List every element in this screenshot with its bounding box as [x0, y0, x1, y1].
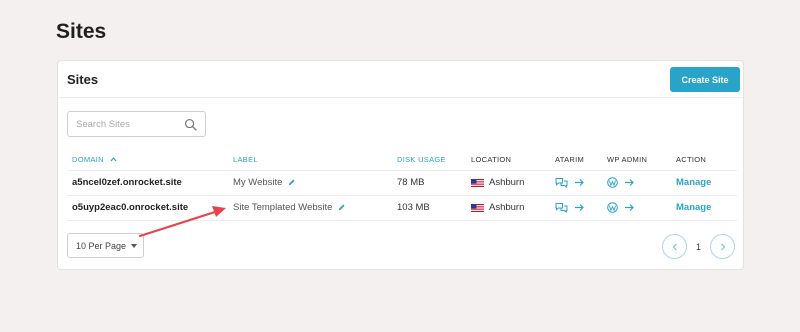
search-icon[interactable] [184, 118, 197, 131]
domain-cell[interactable]: o5uyp2eac0.onrocket.site [72, 202, 188, 213]
label-cell: Site Templated Website [233, 202, 346, 213]
chat-bubbles-icon[interactable] [555, 177, 568, 188]
wp-admin-cell [607, 202, 635, 213]
wordpress-icon[interactable] [607, 177, 618, 188]
column-header-label[interactable]: LABEL [233, 155, 258, 164]
card-header: Sites Create Site [58, 61, 743, 98]
manage-link[interactable]: Manage [676, 202, 711, 213]
column-header-disk-usage[interactable]: DISK USAGE [397, 155, 446, 164]
per-page-select[interactable]: 10 Per Page [67, 233, 144, 258]
chevron-left-icon [672, 243, 677, 250]
column-header-domain-label: DOMAIN [72, 155, 104, 164]
row-divider [67, 170, 737, 171]
location-cell: Ashburn [471, 177, 524, 188]
arrow-right-icon[interactable] [574, 178, 585, 187]
create-site-button[interactable]: Create Site [670, 67, 740, 92]
location-text: Ashburn [489, 177, 525, 188]
label-cell: My Website [233, 177, 296, 188]
pencil-icon[interactable] [287, 178, 296, 187]
per-page-label: 10 Per Page [76, 240, 127, 251]
column-header-action: ACTION [676, 155, 707, 164]
prev-page-button[interactable] [662, 234, 687, 259]
chevron-right-icon [720, 243, 725, 250]
chevron-up-icon [110, 157, 117, 162]
location-cell: Ashburn [471, 202, 524, 213]
next-page-button[interactable] [710, 234, 735, 259]
disk-usage-cell: 103 MB [397, 202, 430, 213]
search-input[interactable] [76, 118, 184, 130]
row-divider [67, 195, 737, 196]
us-flag-icon [471, 203, 484, 212]
sites-card: Sites Create Site DOMAIN LABEL DISK USAG… [57, 60, 744, 270]
column-header-wp-admin: WP ADMIN [607, 155, 648, 164]
arrow-right-icon[interactable] [624, 178, 635, 187]
label-text: My Website [233, 177, 283, 188]
card-title: Sites [67, 72, 99, 87]
column-header-location: LOCATION [471, 155, 512, 164]
column-header-atarim: ATARIM [555, 155, 585, 164]
wp-admin-cell [607, 177, 635, 188]
search-field[interactable] [67, 111, 206, 137]
domain-cell[interactable]: a5ncel0zef.onrocket.site [72, 177, 182, 188]
chat-bubbles-icon[interactable] [555, 202, 568, 213]
caret-down-icon [131, 243, 138, 248]
atarim-cell [555, 202, 585, 213]
us-flag-icon [471, 178, 484, 187]
disk-usage-cell: 78 MB [397, 177, 425, 188]
row-divider [67, 220, 737, 221]
page-title: Sites [56, 20, 107, 43]
arrow-right-icon[interactable] [624, 203, 635, 212]
column-header-domain[interactable]: DOMAIN [72, 155, 117, 164]
manage-link[interactable]: Manage [676, 177, 711, 188]
pencil-icon[interactable] [337, 203, 346, 212]
wordpress-icon[interactable] [607, 202, 618, 213]
label-text: Site Templated Website [233, 202, 333, 213]
location-text: Ashburn [489, 202, 525, 213]
current-page-number[interactable]: 1 [696, 242, 701, 252]
atarim-cell [555, 177, 585, 188]
arrow-right-icon[interactable] [574, 203, 585, 212]
